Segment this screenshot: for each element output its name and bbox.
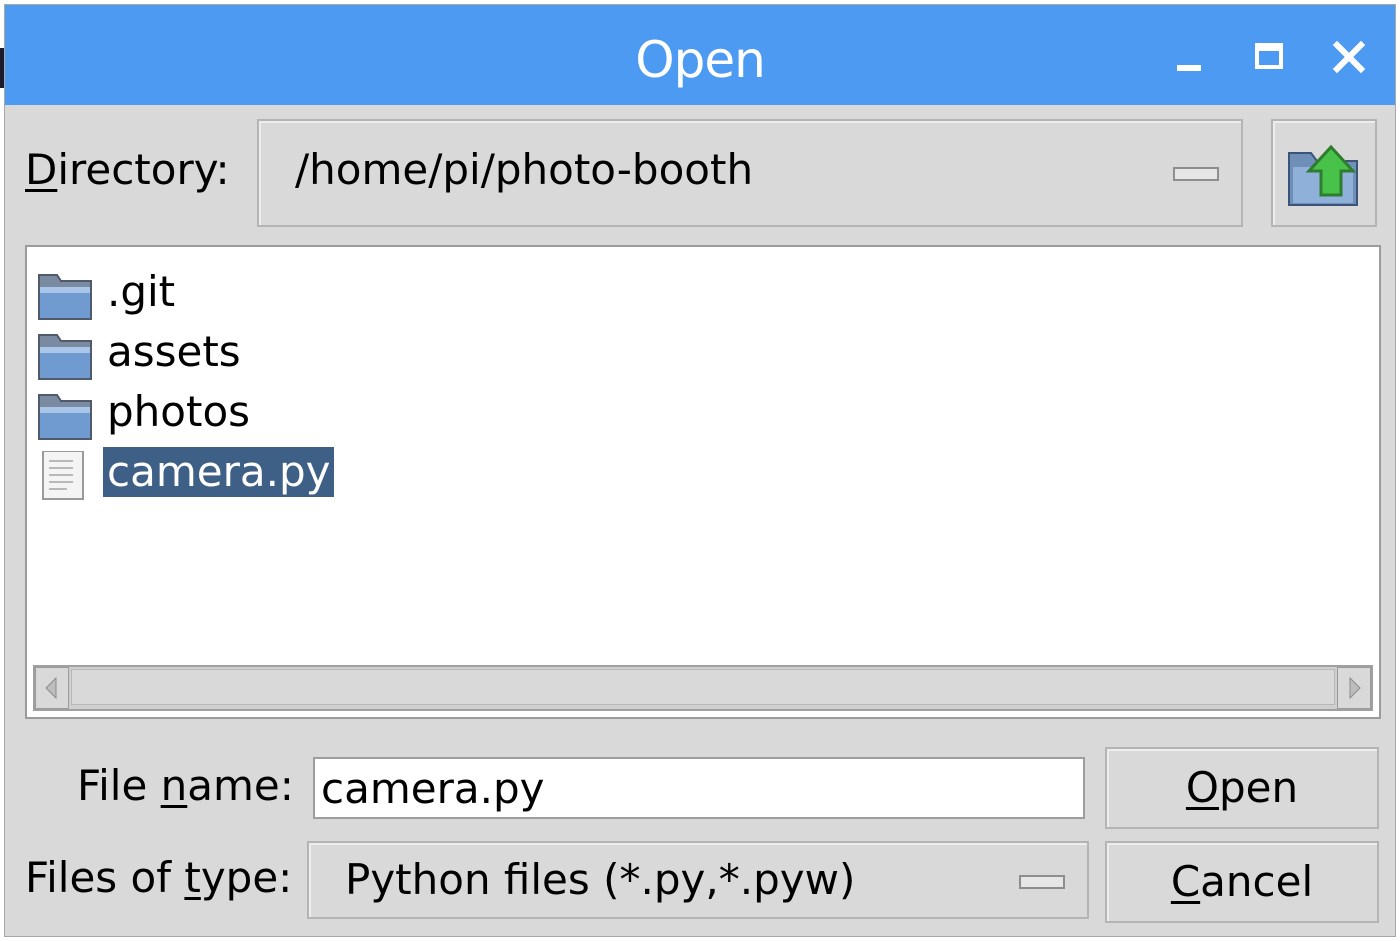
- dropdown-indicator-icon: [1173, 167, 1219, 181]
- list-item-name: photos: [107, 387, 251, 436]
- list-item-folder[interactable]: photos: [37, 387, 297, 445]
- folder-icon: [38, 394, 92, 440]
- file-type-label-mnemonic: t: [184, 853, 201, 902]
- arrow-right-icon: [1349, 676, 1361, 700]
- list-item-name: .git: [107, 267, 176, 316]
- cancel-button[interactable]: Cancel: [1105, 841, 1379, 923]
- file-icon: [42, 451, 84, 500]
- close-button[interactable]: [1327, 35, 1371, 79]
- list-item-folder[interactable]: .git: [37, 267, 237, 325]
- folder-icon: [38, 274, 92, 320]
- parent-directory-button[interactable]: [1271, 119, 1377, 227]
- file-name-label-mnemonic: n: [160, 761, 188, 810]
- file-name-input[interactable]: [313, 757, 1085, 819]
- list-item-name: assets: [107, 327, 241, 376]
- list-item-folder[interactable]: assets: [37, 327, 297, 385]
- directory-dropdown[interactable]: /home/pi/photo-booth: [257, 119, 1243, 227]
- file-name-label-pre: File: [77, 761, 161, 810]
- directory-label-mnemonic: D: [25, 145, 58, 194]
- close-icon: [1332, 40, 1366, 74]
- list-item-file[interactable]: camera.py: [37, 447, 347, 505]
- maximize-icon: [1255, 43, 1283, 69]
- open-button-label: pen: [1218, 763, 1299, 812]
- file-type-value: Python files (*.py,*.pyw): [345, 855, 856, 904]
- scroll-right-button[interactable]: [1337, 667, 1371, 709]
- scroll-left-button[interactable]: [35, 667, 69, 709]
- file-list[interactable]: .git assets photos camera.py: [25, 245, 1381, 719]
- dropdown-indicator-icon: [1019, 875, 1065, 889]
- open-button-mnemonic: O: [1185, 763, 1219, 812]
- file-type-dropdown[interactable]: Python files (*.py,*.pyw): [307, 841, 1089, 919]
- file-type-label-pre: Files of: [25, 853, 185, 902]
- arrow-left-icon: [45, 676, 57, 700]
- list-item-name: camera.py: [103, 447, 335, 497]
- horizontal-scrollbar[interactable]: [33, 665, 1373, 711]
- open-dialog: Open Directory: /home/pi/photo-booth .gi…: [4, 4, 1396, 937]
- file-type-label-post: ype:: [200, 853, 293, 902]
- scroll-thumb[interactable]: [71, 669, 1335, 705]
- title-bar[interactable]: Open: [5, 5, 1395, 105]
- open-button[interactable]: Open: [1105, 747, 1379, 829]
- directory-label-text: irectory:: [57, 145, 230, 194]
- minimize-icon: [1177, 65, 1201, 71]
- cancel-button-mnemonic: C: [1170, 857, 1201, 906]
- file-name-label-post: ame:: [187, 761, 294, 810]
- directory-label: Directory:: [25, 145, 230, 194]
- minimize-button[interactable]: [1167, 35, 1211, 79]
- file-name-label: File name:: [77, 761, 294, 810]
- folder-icon: [38, 334, 92, 380]
- file-type-label: Files of type:: [25, 853, 292, 902]
- cancel-button-label: ancel: [1200, 857, 1314, 906]
- maximize-button[interactable]: [1247, 35, 1291, 79]
- folder-up-icon: [1288, 144, 1358, 206]
- directory-path: /home/pi/photo-booth: [295, 145, 754, 194]
